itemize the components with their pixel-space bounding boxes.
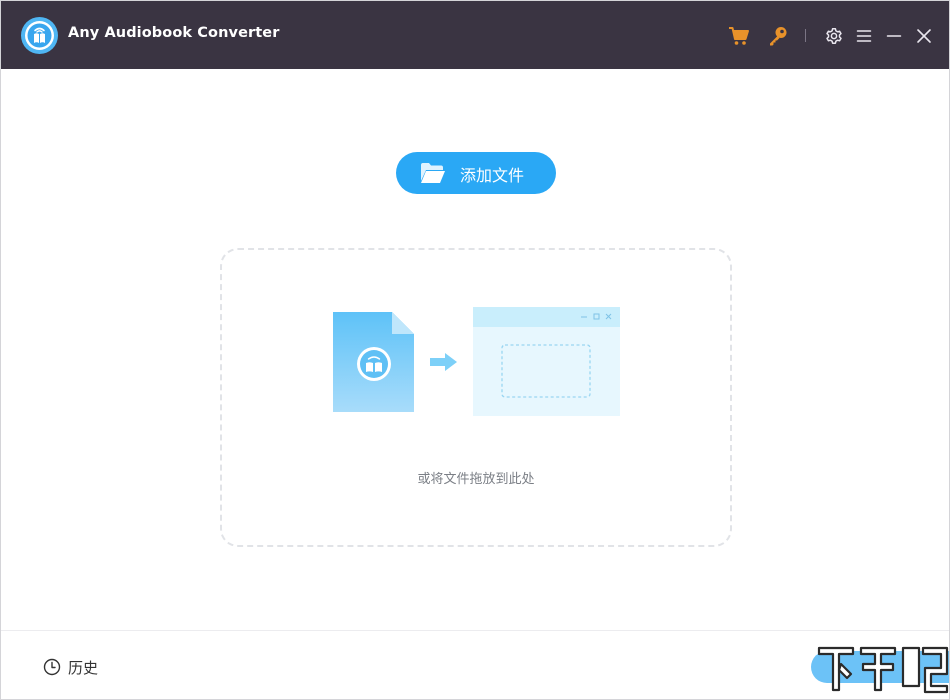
drag-drop-illustration-icon — [333, 307, 620, 416]
settings-button[interactable] — [823, 25, 845, 47]
app-logo-icon — [21, 17, 58, 54]
gear-icon — [826, 28, 842, 44]
footer-bar: 历史 — [1, 630, 949, 699]
minimize-button[interactable] — [883, 25, 905, 47]
menu-icon — [856, 30, 872, 42]
cart-button[interactable] — [728, 25, 750, 47]
add-file-label: 添加文件 — [460, 166, 525, 185]
register-button[interactable] — [767, 25, 789, 47]
folder-open-icon — [421, 163, 445, 183]
close-button[interactable] — [913, 25, 935, 47]
title-bar[interactable]: Any Audiobook Converter — [1, 1, 949, 69]
key-icon — [770, 27, 787, 46]
toolbar-divider — [805, 29, 806, 42]
minimize-icon — [886, 35, 902, 37]
watermark-logo-icon — [817, 646, 949, 699]
menu-button[interactable] — [853, 25, 875, 47]
app-title: Any Audiobook Converter — [68, 25, 280, 41]
app-window: Any Audiobook Converter 添加文件 或将文件拖放到此处 历… — [0, 0, 950, 700]
drop-hint-text: 或将文件拖放到此处 — [417, 472, 535, 487]
close-icon — [917, 29, 931, 43]
cart-icon — [729, 27, 749, 45]
clock-icon — [43, 658, 61, 676]
add-file-button[interactable]: 添加文件 — [396, 152, 556, 194]
history-label: 历史 — [68, 659, 99, 677]
